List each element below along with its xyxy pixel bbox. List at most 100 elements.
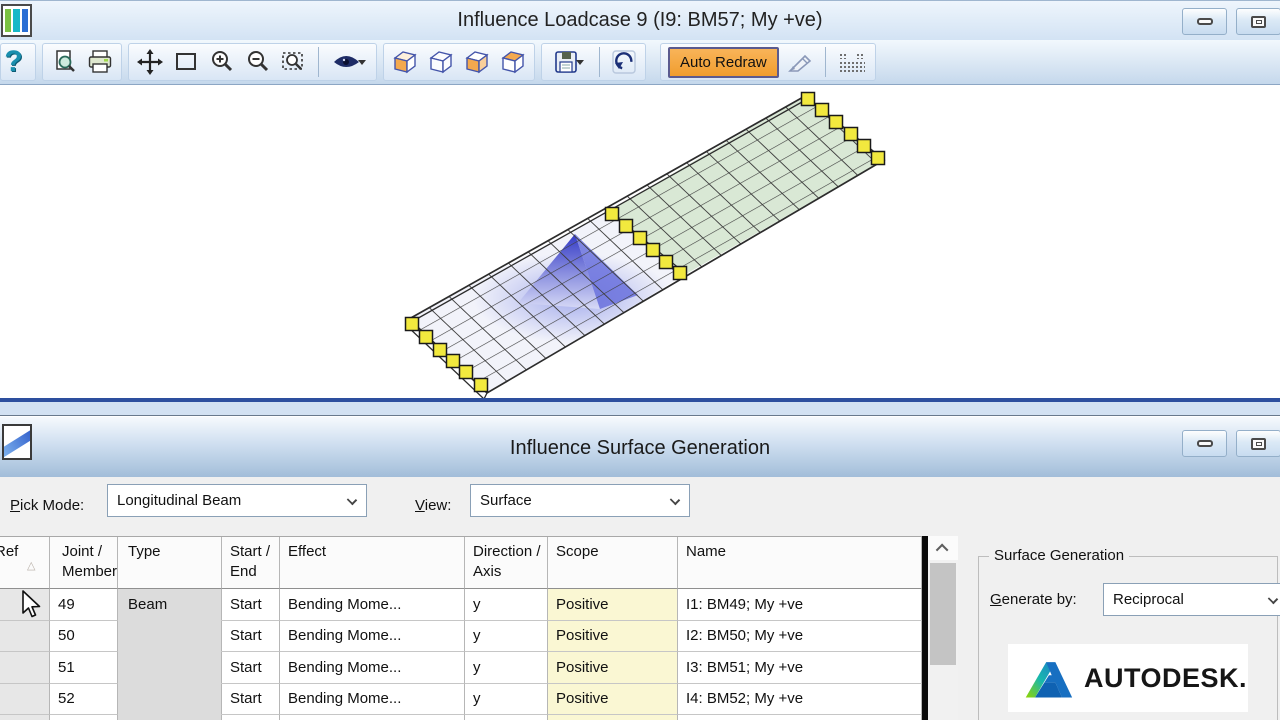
row-selector[interactable]: [0, 621, 50, 653]
printer-icon: [87, 49, 113, 75]
minimize-button[interactable]: [1182, 8, 1227, 35]
print-button[interactable]: [86, 48, 114, 76]
save-icon: [554, 50, 578, 74]
zoom-in-button[interactable]: [208, 48, 236, 76]
pick-mode-value: Longitudinal Beam: [117, 492, 241, 509]
application-screen: Influence Loadcase 9 (I9: BM57; My +ve) …: [0, 0, 1280, 720]
chevron-down-icon: [347, 495, 357, 505]
auto-redraw-button[interactable]: Auto Redraw: [668, 47, 779, 78]
surface-generation-window-title: Influence Surface Generation: [0, 437, 1280, 460]
header-joint-member[interactable]: Joint / Member: [50, 537, 118, 589]
maximize-button-2[interactable]: [1236, 430, 1280, 457]
cell-name[interactable]: I3: BM51; My +ve: [678, 652, 922, 684]
generate-by-select[interactable]: Reciprocal: [1103, 583, 1280, 616]
header-ref[interactable]: Ref △: [0, 537, 50, 589]
header-name[interactable]: Name: [678, 537, 922, 589]
render-shaded-button[interactable]: [463, 48, 491, 76]
cell-direction[interactable]: y: [465, 652, 548, 684]
toolbar-separator: [825, 47, 826, 77]
print-preview-button[interactable]: [50, 48, 78, 76]
cell-direction[interactable]: y: [465, 684, 548, 716]
cell-scope[interactable]: Positive: [548, 589, 678, 621]
render-mode-group: [383, 43, 535, 81]
annotate-button[interactable]: [787, 48, 815, 76]
chevron-down-icon: [1268, 594, 1278, 604]
window-gap-strip: [0, 402, 1280, 416]
cell-name[interactable]: I4: BM52; My +ve: [678, 684, 922, 716]
zoom-out-icon: [245, 49, 271, 75]
minimize-icon: [1197, 18, 1213, 25]
render-wireframe-button[interactable]: [427, 48, 455, 76]
cell-effect[interactable]: Bending Mome...: [280, 652, 465, 684]
undo-icon: [611, 49, 637, 75]
cell-direction[interactable]: y: [465, 621, 548, 653]
cell-effect[interactable]: Bending Mome...: [280, 589, 465, 621]
view-label: View:: [415, 497, 451, 514]
cell-scope[interactable]: Positive: [548, 652, 678, 684]
zoom-out-button[interactable]: [244, 48, 272, 76]
cell-joint[interactable]: 49: [50, 589, 118, 621]
undo-button[interactable]: [610, 48, 638, 76]
cell-start[interactable]: Start: [222, 621, 280, 653]
help-button[interactable]: ?: [4, 48, 32, 76]
render-hidden-line-button[interactable]: [499, 48, 527, 76]
influence-surface-viewport[interactable]: [0, 85, 1280, 398]
eye-icon: [333, 53, 360, 71]
cell-direction[interactable]: y: [465, 589, 548, 621]
header-direction-axis[interactable]: Direction / Axis: [465, 537, 548, 589]
cell-effect[interactable]: Bending Mome...: [280, 684, 465, 716]
cell-joint[interactable]: 51: [50, 652, 118, 684]
maximize-icon: [1251, 16, 1266, 28]
render-solid-button[interactable]: [391, 48, 419, 76]
pick-mode-select[interactable]: Longitudinal Beam: [107, 484, 367, 517]
influence-surface-mesh: [406, 96, 884, 398]
cell-type[interactable]: [118, 652, 222, 684]
cell-type[interactable]: [118, 621, 222, 653]
loadcase-toolbar: ?: [0, 40, 1280, 85]
header-scope[interactable]: Scope: [548, 537, 678, 589]
visibility-button[interactable]: [329, 48, 369, 76]
cell-effect[interactable]: Bending Mome...: [280, 621, 465, 653]
cell-joint[interactable]: 52: [50, 684, 118, 716]
view-select[interactable]: Surface: [470, 484, 690, 517]
cell-start[interactable]: Start: [222, 684, 280, 716]
surface-generation-group-label: Surface Generation: [989, 547, 1129, 564]
zoom-window-button[interactable]: [172, 48, 200, 76]
save-button[interactable]: [549, 48, 589, 76]
row-selector[interactable]: [0, 715, 50, 720]
minimize-button-2[interactable]: [1182, 430, 1227, 457]
influence-table: Ref △ Joint / Member Type Start / End Ef…: [0, 536, 922, 720]
print-preview-icon: [51, 49, 77, 75]
cube-top-shaded-icon: [500, 49, 526, 75]
zoom-window-icon: [173, 49, 199, 75]
scroll-up-button[interactable]: [928, 536, 958, 560]
header-start-end[interactable]: Start / End: [222, 537, 280, 589]
cell-type[interactable]: [118, 684, 222, 716]
row-selector[interactable]: [0, 652, 50, 684]
pan-button[interactable]: [136, 48, 164, 76]
table-scrollbar[interactable]: [928, 536, 958, 720]
row-selector[interactable]: [0, 684, 50, 716]
maximize-button[interactable]: [1236, 8, 1280, 35]
auto-redraw-label: Auto Redraw: [680, 54, 767, 71]
cell-name[interactable]: I2: BM50; My +ve: [678, 621, 922, 653]
pen-icon: [787, 49, 815, 75]
header-type[interactable]: Type: [118, 537, 222, 589]
cell-type[interactable]: Beam: [118, 589, 222, 621]
cell-scope[interactable]: Positive: [548, 621, 678, 653]
toolbar-separator: [318, 47, 319, 77]
cube-wireframe-icon: [428, 49, 454, 75]
influence-surface-canvas: [0, 85, 1280, 398]
generate-by-value: Reciprocal: [1113, 591, 1184, 608]
cell-start[interactable]: Start: [222, 652, 280, 684]
header-effect[interactable]: Effect: [280, 537, 465, 589]
zoom-extents-button[interactable]: [280, 48, 308, 76]
cell-scope[interactable]: Positive: [548, 684, 678, 716]
chevron-down-icon: [670, 495, 680, 505]
cell-joint[interactable]: 50: [50, 621, 118, 653]
influence-loadcase-titlebar: Influence Loadcase 9 (I9: BM57; My +ve): [0, 0, 1280, 40]
scrollbar-thumb[interactable]: [930, 563, 956, 665]
cell-start[interactable]: Start: [222, 589, 280, 621]
grid-settings-button[interactable]: [836, 48, 868, 76]
cell-name[interactable]: I1: BM49; My +ve: [678, 589, 922, 621]
